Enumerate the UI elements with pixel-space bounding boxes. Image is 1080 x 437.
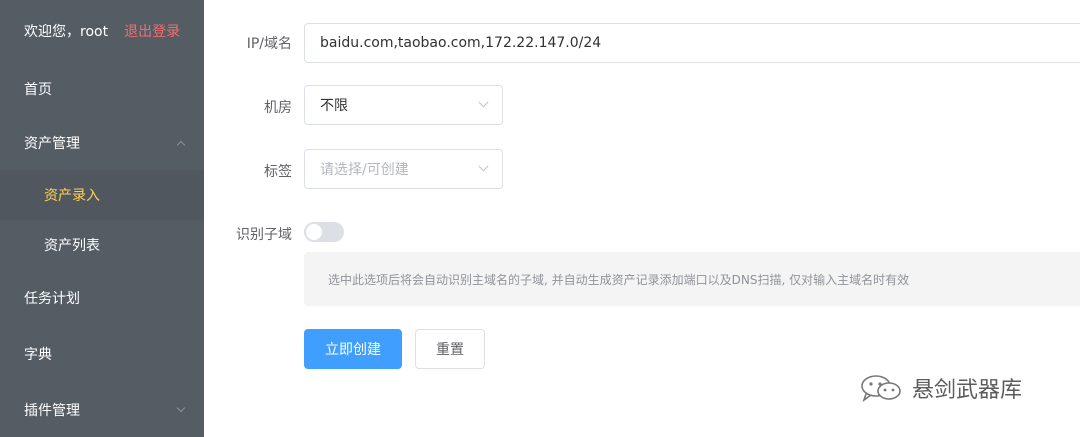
sidebar-item-home[interactable]: 首页 (0, 62, 204, 116)
welcome-text: 欢迎您，root (24, 24, 109, 40)
tag-label: 标签 (264, 164, 292, 180)
sidebar-item-label: 首页 (24, 82, 52, 98)
create-button[interactable]: 立即创建 (304, 329, 402, 369)
sidebar-item-label: 任务计划 (24, 291, 80, 307)
sidebar-item-task-plan[interactable]: 任务计划 (0, 270, 204, 326)
hint-text: 选中此选项后将会自动识别主域名的子域, 并自动生成资产记录添加端口以及DNS扫描… (328, 272, 910, 287)
sidebar-item-label: 插件管理 (24, 402, 80, 419)
sidebar-item-asset-list[interactable]: 资产列表 (0, 220, 204, 270)
tag-placeholder: 请选择/可创建 (320, 162, 409, 178)
sidebar-item-label: 字典 (24, 347, 52, 363)
sidebar-item-dictionary[interactable]: 字典 (0, 326, 204, 382)
watermark: 悬剑武器库 (858, 372, 1022, 404)
chevron-down-icon (176, 403, 186, 412)
chevron-up-icon (176, 140, 186, 150)
tag-select[interactable]: 请选择/可创建 (304, 149, 503, 189)
subdomain-toggle[interactable] (304, 222, 344, 242)
sidebar-item-asset-management[interactable]: 资产管理 (0, 116, 204, 170)
sidebar-item-plugin-management[interactable]: 插件管理 (0, 382, 204, 437)
chevron-down-icon (478, 97, 489, 108)
reset-button[interactable]: 重置 (415, 329, 485, 369)
user-bar: 欢迎您，root 退出登录 (0, 0, 204, 62)
chevron-down-icon (478, 161, 489, 172)
sidebar-item-label: 资产管理 (24, 136, 80, 152)
ip-domain-value: baidu.com,taobao.com,172.22.147.0/24 (320, 35, 602, 51)
sidebar-item-asset-entry[interactable]: 资产录入 (0, 170, 204, 220)
watermark-text: 悬剑武器库 (912, 378, 1023, 403)
ip-domain-input[interactable]: baidu.com,taobao.com,172.22.147.0/24 (304, 23, 1080, 63)
app: 欢迎您，root 退出登录 首页 资产管理 资产录入 资产列表 任务计划 字典 … (0, 0, 1080, 437)
room-label: 机房 (264, 100, 292, 116)
room-select[interactable]: 不限 (304, 85, 503, 125)
sidebar-item-label: 资产列表 (44, 238, 100, 254)
subdomain-label: 识别子域 (236, 227, 292, 243)
wechat-icon (861, 375, 901, 403)
logout-link[interactable]: 退出登录 (124, 21, 180, 41)
ip-domain-label: IP/域名 (246, 36, 292, 52)
room-value: 不限 (320, 98, 348, 114)
sidebar-item-label: 资产录入 (44, 188, 100, 204)
sidebar: 欢迎您，root 退出登录 首页 资产管理 资产录入 资产列表 任务计划 字典 … (0, 0, 204, 437)
subdomain-hint: 选中此选项后将会自动识别主域名的子域, 并自动生成资产记录添加端口以及DNS扫描… (304, 252, 1080, 306)
toggle-knob (306, 224, 322, 240)
